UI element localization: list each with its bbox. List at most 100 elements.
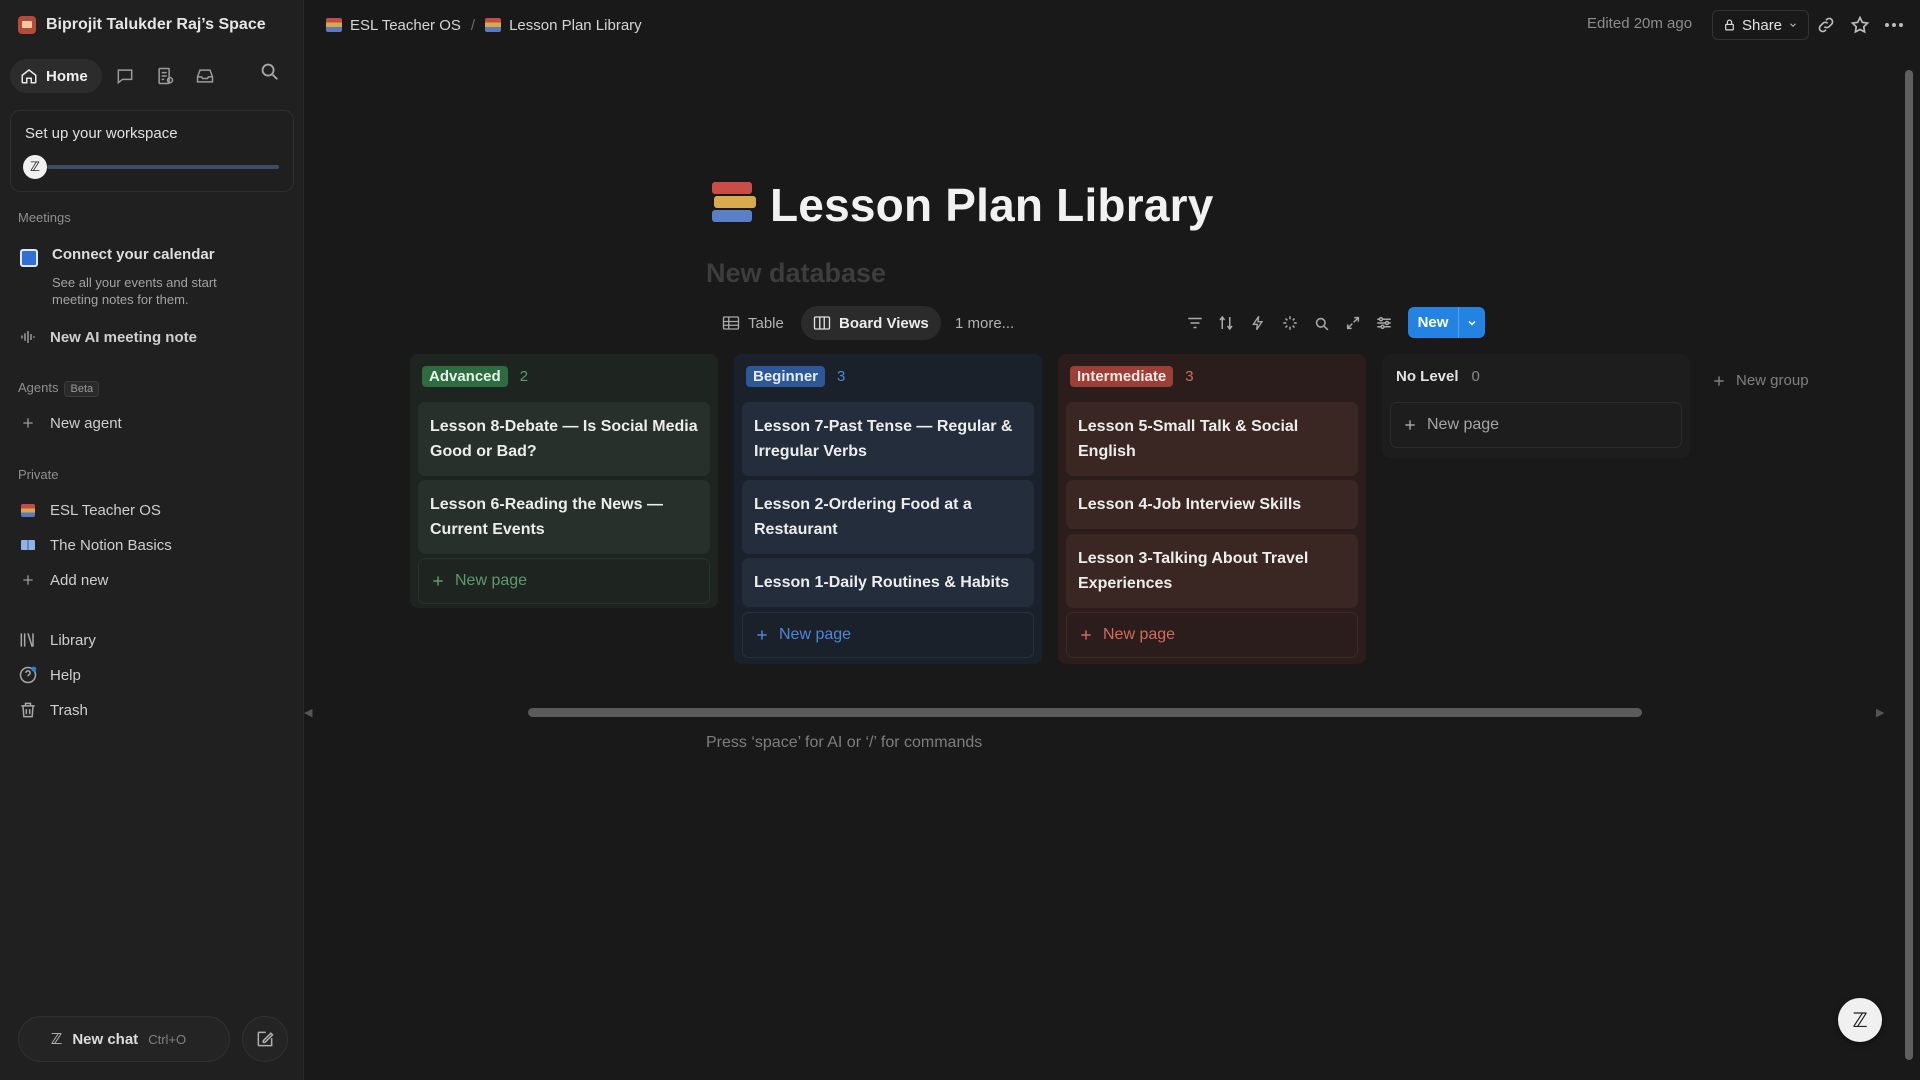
share-button[interactable]: Share <box>1712 10 1810 40</box>
books-icon <box>18 500 38 520</box>
plus-icon <box>18 570 38 590</box>
vertical-scrollbar[interactable] <box>1905 70 1913 1060</box>
agents-section-label: Agents Beta <box>18 380 100 397</box>
setup-workspace-card[interactable]: Set up your workspace ℤ <box>10 110 294 192</box>
tab-table[interactable]: Table <box>710 306 796 340</box>
board-icon <box>813 315 831 331</box>
compose-icon <box>255 1029 275 1049</box>
new-page-button[interactable]: New page <box>1390 402 1682 448</box>
new-page-label: New page <box>1103 626 1176 643</box>
new-ai-meeting-note-item[interactable]: New AI meeting note <box>18 324 197 350</box>
more-options-icon[interactable] <box>1882 13 1906 37</box>
new-chat-button[interactable]: ℤ New chat Ctrl+O <box>18 1016 230 1062</box>
search-icon[interactable] <box>1309 311 1333 335</box>
workspace-switcher[interactable]: Biprojit Talukder Raj’s Space <box>18 12 266 38</box>
workspace-icon <box>18 16 36 34</box>
ai-sparkle-icon[interactable] <box>1278 311 1302 335</box>
new-page-button[interactable]: New page <box>742 612 1034 658</box>
home-button[interactable]: Home <box>10 59 102 93</box>
plus-icon <box>1079 628 1093 642</box>
agents-label: Agents <box>18 380 59 395</box>
table-icon <box>722 315 740 331</box>
horizontal-scrollbar[interactable] <box>528 708 1642 717</box>
group-tag: Beginner <box>746 366 826 387</box>
connect-calendar-description: See all your events and start meeting no… <box>52 275 217 307</box>
tab-board-views[interactable]: Board Views <box>801 306 941 340</box>
sidebar: Biprojit Talukder Raj’s Space Home Set u… <box>0 0 304 1080</box>
books-icon <box>485 18 502 32</box>
chat-icon[interactable] <box>108 59 142 93</box>
breadcrumb-item[interactable]: ESL Teacher OS <box>350 17 461 34</box>
more-views-button[interactable]: 1 more... <box>943 306 1026 340</box>
breadcrumb: ESL Teacher OS / Lesson Plan Library <box>326 12 642 38</box>
column-header[interactable]: No Level 0 <box>1394 366 1480 387</box>
database-title[interactable]: New database <box>706 258 886 289</box>
new-page-label: New page <box>455 572 528 589</box>
star-icon[interactable] <box>1848 13 1872 37</box>
new-chat-shortcut: Ctrl+O <box>148 1031 187 1047</box>
new-record-button[interactable]: New <box>1408 307 1485 338</box>
board-column-advanced: Advanced 2 Lesson 8-Debate — Is Social M… <box>410 354 718 608</box>
board-card[interactable]: Lesson 5-Small Talk & Social English <box>1066 402 1358 476</box>
page-books-icon[interactable] <box>712 182 756 224</box>
sidebar-item-notion-basics[interactable]: The Notion Basics <box>18 532 172 558</box>
new-page-button[interactable]: New page <box>418 558 710 604</box>
inbox-icon[interactable] <box>188 59 222 93</box>
plus-icon <box>431 574 445 588</box>
column-header[interactable]: Advanced 2 <box>422 366 528 387</box>
group-count: 0 <box>1471 368 1480 385</box>
board-card[interactable]: Lesson 7-Past Tense — Regular & Irregula… <box>742 402 1034 476</box>
library-icon <box>18 630 38 650</box>
search-icon[interactable] <box>258 60 280 82</box>
chevron-down-icon[interactable] <box>1458 307 1485 338</box>
compose-button[interactable] <box>242 1016 288 1062</box>
settings-sliders-icon[interactable] <box>1372 311 1396 335</box>
add-new-item[interactable]: Add new <box>18 567 108 593</box>
private-section-label: Private <box>18 467 59 482</box>
board-card[interactable]: Lesson 2-Ordering Food at a Restaurant <box>742 480 1034 554</box>
scroll-right-arrow-icon[interactable]: ▶ <box>1876 706 1884 719</box>
command-hint[interactable]: Press ‘space’ for AI or ‘/’ for commands <box>706 734 982 752</box>
new-page-button[interactable]: New page <box>1066 612 1358 658</box>
filter-icon[interactable] <box>1183 311 1207 335</box>
sort-icon[interactable] <box>1214 311 1238 335</box>
link-icon[interactable] <box>1814 13 1838 37</box>
connect-calendar-title: Connect your calendar <box>52 246 215 263</box>
tab-label: Board Views <box>839 314 929 332</box>
new-agent-item[interactable]: New agent <box>18 410 122 436</box>
column-header[interactable]: Beginner 3 <box>746 366 845 387</box>
ai-assistant-button[interactable]: ℤ <box>1838 998 1882 1042</box>
board-card[interactable]: Lesson 1-Daily Routines & Habits <box>742 558 1034 607</box>
help-item[interactable]: Help <box>18 662 81 688</box>
sidebar-item-label: The Notion Basics <box>50 536 172 554</box>
new-page-label: New page <box>779 626 852 643</box>
sidebar-item-esl-teacher-os[interactable]: ESL Teacher OS <box>18 497 161 523</box>
meeting-notes-icon[interactable] <box>148 59 182 93</box>
plus-icon <box>755 628 769 642</box>
board-card[interactable]: Lesson 3-Talking About Travel Experience… <box>1066 534 1358 608</box>
setup-title: Set up your workspace <box>25 125 178 142</box>
home-icon <box>20 67 38 85</box>
books-icon <box>326 18 342 32</box>
new-group-label: New group <box>1736 372 1809 389</box>
help-icon <box>18 665 38 685</box>
page-title[interactable]: Lesson Plan Library <box>770 178 1214 232</box>
expand-icon[interactable] <box>1341 311 1365 335</box>
ai-sparkle-icon: ℤ <box>51 1031 63 1048</box>
trash-item[interactable]: Trash <box>18 697 88 723</box>
board-card[interactable]: Lesson 6-Reading the News — Current Even… <box>418 480 710 554</box>
automation-lightning-icon[interactable] <box>1246 311 1270 335</box>
group-count: 3 <box>837 368 846 385</box>
new-group-button[interactable]: New group <box>1712 372 1809 389</box>
scroll-left-arrow-icon[interactable]: ◀ <box>304 706 312 719</box>
column-header[interactable]: Intermediate 3 <box>1070 366 1194 387</box>
setup-progress-avatar-icon: ℤ <box>23 155 47 179</box>
breadcrumb-separator: / <box>470 16 476 34</box>
board-card[interactable]: Lesson 4-Job Interview Skills <box>1066 480 1358 529</box>
plus-icon <box>1712 374 1726 388</box>
breadcrumb-item[interactable]: Lesson Plan Library <box>509 17 642 34</box>
board-card[interactable]: Lesson 8-Debate — Is Social Media Good o… <box>418 402 710 476</box>
calendar-icon <box>20 249 38 267</box>
help-label: Help <box>50 666 81 684</box>
library-item[interactable]: Library <box>18 627 96 653</box>
